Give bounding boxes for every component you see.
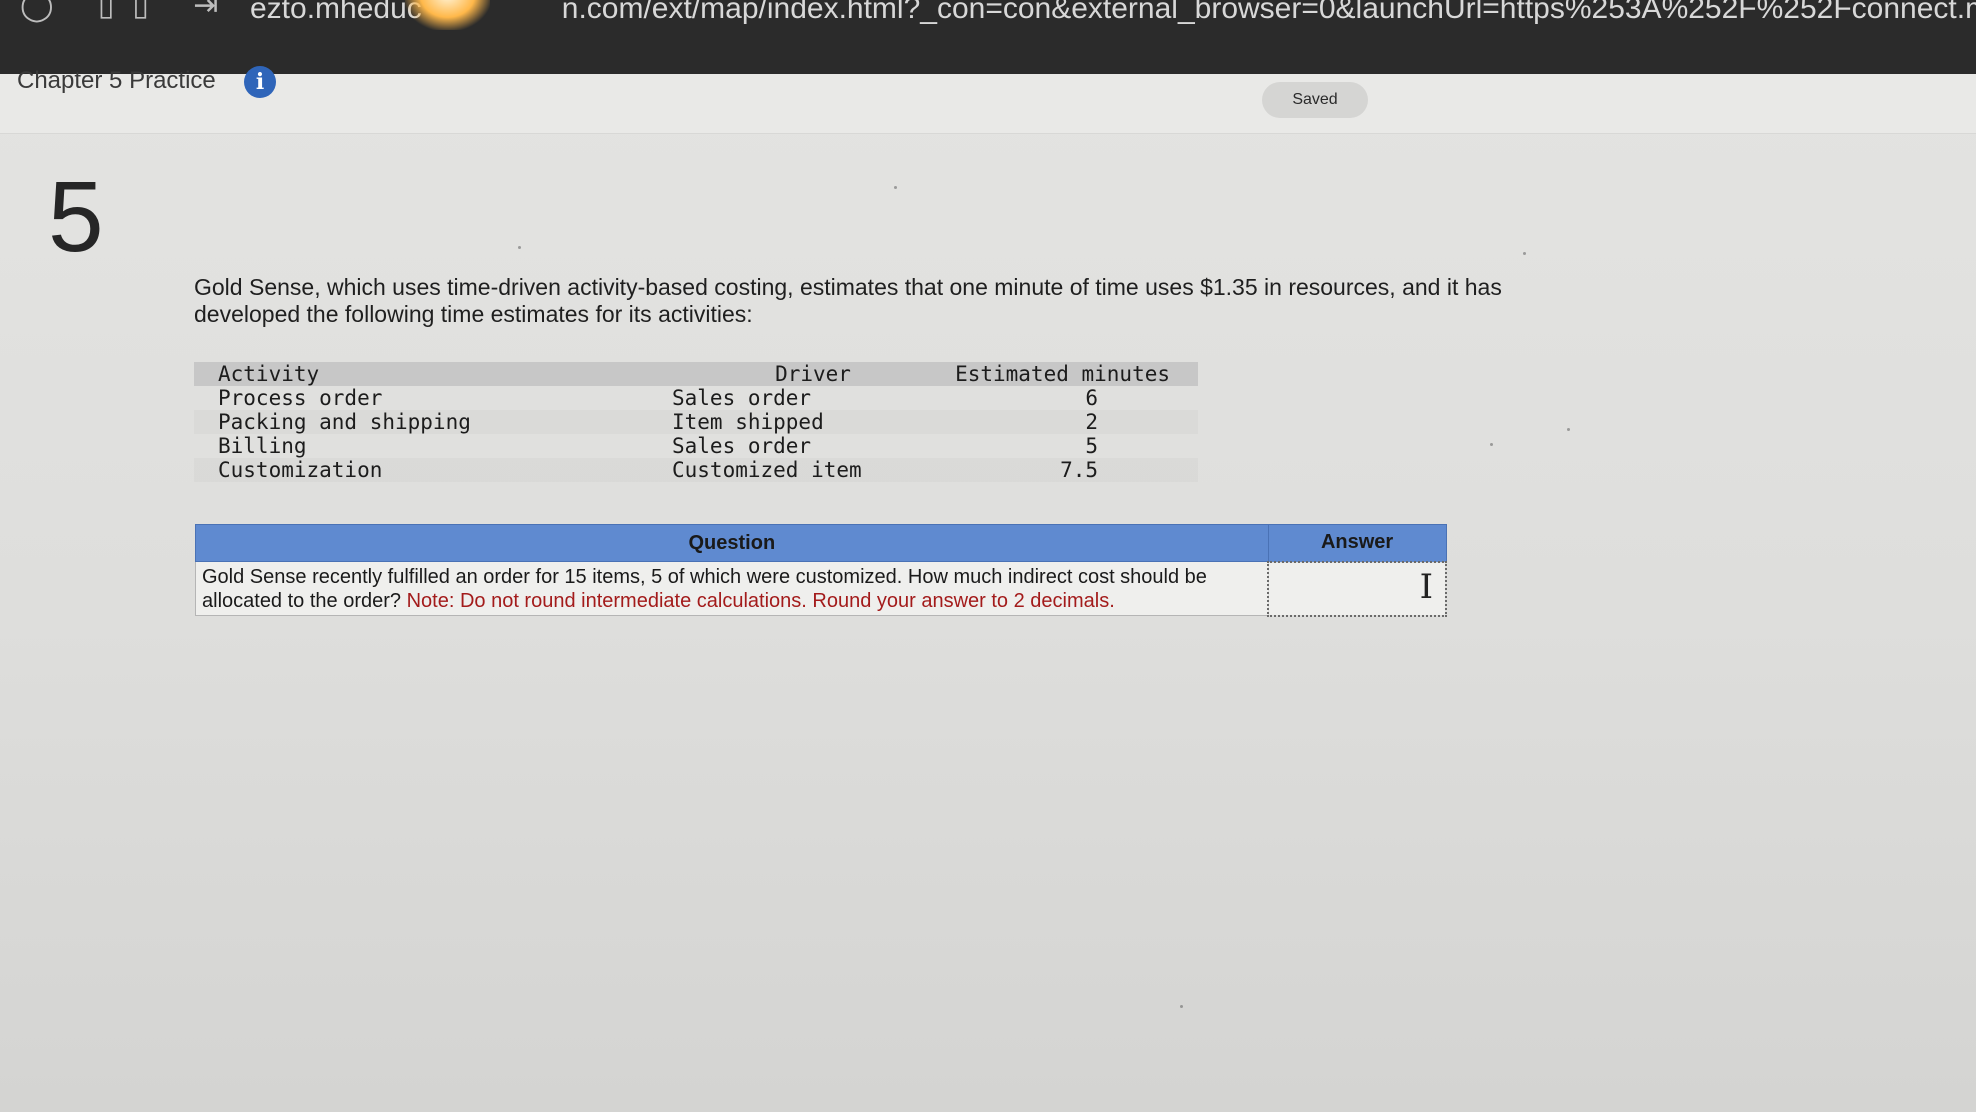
screen-speck <box>518 246 521 249</box>
assignment-title: Chapter 5 Practice <box>17 67 216 94</box>
question-column-header: Question <box>195 524 1269 562</box>
screen-speck <box>1180 1005 1183 1008</box>
minutes-cell: 6 <box>1085 386 1098 410</box>
question-answer-table: Question Answer Gold Sense recently fulf… <box>195 524 1447 617</box>
minutes-cell: 5 <box>1085 434 1098 458</box>
url-prefix: ezto.mheduc <box>250 0 422 25</box>
question-prompt: Gold Sense, which uses time-driven activ… <box>194 274 1502 327</box>
browser-nav-icons[interactable]: ◯ ▯▯ ⇥ <box>20 0 236 23</box>
qa-question-cell: Gold Sense recently fulfilled an order f… <box>195 561 1269 616</box>
activity-cell: Process order <box>218 386 383 410</box>
activity-time-table: Activity Driver Estimated minutes Proces… <box>194 362 1198 482</box>
table-row: Billing Sales order 5 <box>194 434 1198 458</box>
driver-cell: Customized item <box>672 458 862 482</box>
camera-glare <box>405 0 490 30</box>
qa-header-row: Question Answer <box>195 524 1447 562</box>
driver-cell: Sales order <box>672 434 812 458</box>
screen-speck <box>1567 428 1570 431</box>
activity-table-header-row: Activity Driver Estimated minutes <box>194 362 1198 386</box>
screen-speck <box>894 186 897 189</box>
activity-cell: Customization <box>218 458 383 482</box>
answer-column-header: Answer <box>1267 524 1447 562</box>
assignment-header <box>0 74 1976 134</box>
answer-input[interactable] <box>1269 562 1445 611</box>
header-estimated-minutes: Estimated minutes <box>955 362 1170 386</box>
minutes-cell: 2 <box>1085 410 1098 434</box>
screen-speck <box>1490 443 1493 446</box>
qa-rounding-note: Note: Do not round intermediate calculat… <box>406 590 1115 612</box>
table-row: Customization Customized item 7.5 <box>194 458 1198 482</box>
activity-cell: Billing <box>218 434 307 458</box>
activity-cell: Packing and shipping <box>218 410 471 434</box>
info-icon[interactable]: i <box>244 66 276 98</box>
question-number: 5 <box>48 161 104 273</box>
driver-cell: Item shipped <box>672 410 824 434</box>
saved-status-badge: Saved <box>1262 82 1368 118</box>
driver-cell: Sales order <box>672 386 812 410</box>
header-driver: Driver <box>775 362 851 386</box>
minutes-cell: 7.5 <box>1060 458 1098 482</box>
browser-url-bar[interactable]: ◯ ▯▯ ⇥ ezto.mheduc n.com/ext/map/index.ht… <box>0 0 1976 74</box>
url-text[interactable]: ezto.mheduc n.com/ext/map/index.html?_con… <box>250 0 1976 26</box>
header-activity: Activity <box>218 362 320 386</box>
screen-speck <box>1523 252 1526 255</box>
table-row: Process order Sales order 6 <box>194 386 1198 410</box>
qa-row: Gold Sense recently fulfilled an order f… <box>195 560 1447 617</box>
table-row: Packing and shipping Item shipped 2 <box>194 410 1198 434</box>
answer-cell[interactable]: I <box>1267 560 1447 617</box>
url-rest: n.com/ext/map/index.html?_con=con&extern… <box>561 0 1976 25</box>
